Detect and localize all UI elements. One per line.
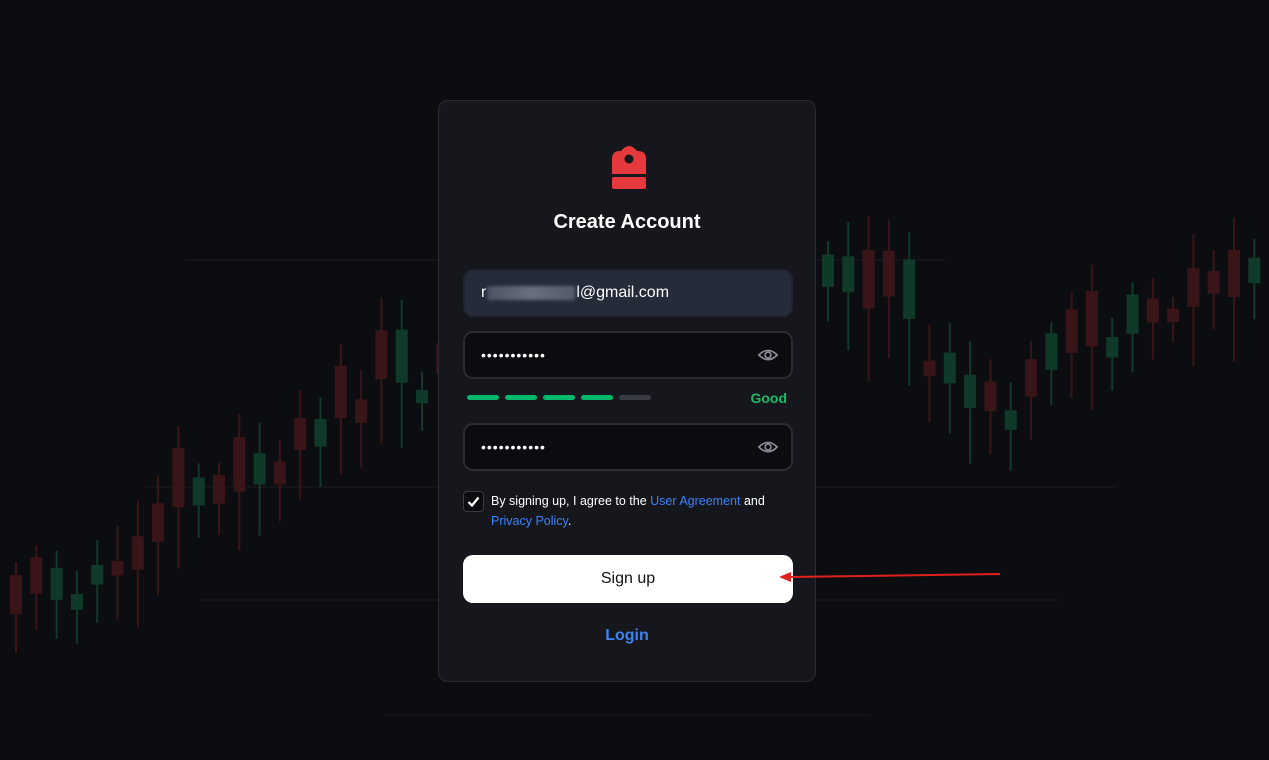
email-suffix: l@gmail.com: [576, 284, 670, 301]
candle-body: [1146, 298, 1159, 323]
candle-body: [882, 250, 895, 297]
candle-body: [192, 477, 205, 506]
password-strength-meter: [467, 395, 651, 400]
checkmark-icon: [467, 496, 480, 507]
strength-label: Good: [750, 390, 787, 406]
privacy-policy-link[interactable]: Privacy Policy: [491, 514, 568, 528]
candle-body: [1065, 309, 1078, 353]
candle-body: [131, 536, 144, 570]
candle-body: [1167, 308, 1180, 323]
redacted-text: [487, 286, 576, 300]
annotation-arrow: [779, 572, 1001, 582]
candle-body: [416, 390, 428, 404]
candle-body: [314, 418, 327, 447]
candle-body: [984, 381, 997, 412]
candle-body: [1004, 410, 1017, 430]
strength-segment: [581, 395, 613, 400]
candle-body: [1045, 333, 1058, 370]
page-title: Create Account: [553, 211, 701, 233]
candle-body: [1126, 294, 1139, 334]
terms-checkbox[interactable]: [463, 491, 484, 512]
confirm-password-value: •••••••••••: [481, 439, 546, 455]
candle-body: [842, 256, 855, 293]
terms-prefix: By signing up, I agree to the: [491, 494, 651, 508]
candle-body: [395, 329, 408, 383]
eye-icon[interactable]: [757, 437, 779, 457]
sign-up-button[interactable]: Sign up: [463, 555, 793, 603]
terms-middle: and: [740, 494, 765, 508]
candle-body: [152, 503, 165, 542]
candle-body: [91, 564, 104, 585]
candle-body: [233, 437, 246, 492]
candle-body: [943, 352, 956, 384]
candle-body: [30, 557, 43, 594]
candle-body: [10, 575, 22, 615]
strength-segment: [619, 395, 651, 400]
confirm-password-field[interactable]: •••••••••••: [463, 423, 793, 471]
candle-body: [334, 365, 347, 418]
password-field[interactable]: •••••••••••: [463, 331, 793, 379]
eye-icon[interactable]: [757, 345, 779, 365]
email-field[interactable]: r l@gmail.com: [463, 269, 793, 317]
candle-body: [111, 561, 124, 576]
candle-body: [213, 474, 225, 504]
candle-body: [355, 399, 368, 423]
candle-body: [172, 447, 185, 508]
candle-body: [294, 418, 307, 450]
candle-body: [273, 461, 286, 485]
candle-body: [70, 594, 83, 610]
candle-body: [1187, 268, 1200, 307]
candle-body: [1106, 337, 1119, 358]
strength-segment: [467, 395, 499, 400]
candle-body: [253, 453, 266, 485]
email-prefix: r: [481, 284, 487, 301]
candle-body: [1228, 250, 1240, 297]
candle-body: [862, 250, 875, 309]
lock-icon: [612, 146, 646, 189]
signup-card: Create Account r l@gmail.com ••••••••••• …: [438, 100, 816, 682]
terms-text: By signing up, I agree to the User Agree…: [491, 491, 791, 531]
user-agreement-link[interactable]: User Agreement: [650, 494, 740, 508]
candle-body: [1085, 290, 1098, 347]
candle-body: [903, 259, 916, 319]
candle-body: [923, 360, 936, 377]
strength-segment: [505, 395, 537, 400]
strength-segment: [543, 395, 575, 400]
candle-body: [1207, 270, 1220, 294]
candle-body: [50, 568, 63, 600]
login-link[interactable]: Login: [439, 627, 815, 645]
candle-body: [375, 330, 388, 380]
candle-body: [822, 254, 834, 287]
password-value: •••••••••••: [481, 347, 546, 363]
candle-body: [1025, 359, 1037, 397]
terms-suffix: .: [567, 514, 572, 528]
candle-body: [1248, 257, 1261, 284]
candle-body: [964, 374, 977, 409]
